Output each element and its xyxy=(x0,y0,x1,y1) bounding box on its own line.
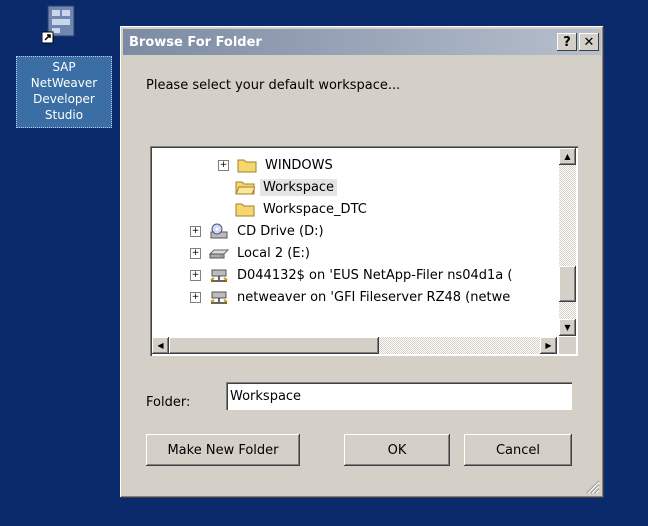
scroll-right-button[interactable]: ▶ xyxy=(540,337,557,354)
folder-icon xyxy=(237,159,257,173)
tree-item-network-netweaver[interactable]: + netweaver on 'GFI Fileserver RZ48 (net… xyxy=(190,286,513,308)
tree-item-label: Workspace_DTC xyxy=(263,201,367,217)
expand-placeholder xyxy=(218,205,227,214)
tree-item-network-d044132[interactable]: + D044132$ on 'EUS NetApp-Filer ns04d1a … xyxy=(190,264,515,286)
browse-for-folder-dialog: Browse For Folder ? ✕ Please select your… xyxy=(120,26,604,498)
folder-input[interactable] xyxy=(226,382,572,410)
resize-grip-icon[interactable] xyxy=(586,480,600,494)
scrollbar-corner xyxy=(559,337,576,354)
expand-placeholder xyxy=(218,183,227,192)
tree-item-workspace-dtc[interactable]: Workspace_DTC xyxy=(218,198,370,220)
label-line-1: SAP xyxy=(52,60,76,74)
make-new-folder-button[interactable]: Make New Folder xyxy=(146,434,300,466)
hard-drive-icon xyxy=(209,249,229,259)
label-line-3: Developer xyxy=(33,92,95,106)
tree-item-label: netweaver on 'GFI Fileserver RZ48 (netwe xyxy=(237,289,511,305)
label-line-2: NetWeaver xyxy=(30,76,98,90)
cd-drive-icon xyxy=(210,223,228,239)
scroll-left-button[interactable]: ◀ xyxy=(152,337,169,354)
dialog-title: Browse For Folder xyxy=(129,34,262,50)
vertical-scroll-thumb[interactable] xyxy=(559,266,576,302)
network-drive-icon xyxy=(210,269,228,282)
expand-icon[interactable]: + xyxy=(190,269,201,281)
folder-tree[interactable]: + WINDOWS Workspace Workspace_DTC + CD D… xyxy=(150,146,578,356)
tree-item-cd-drive[interactable]: + CD Drive (D:) xyxy=(190,220,327,242)
expand-icon[interactable]: + xyxy=(190,247,201,259)
scroll-up-button[interactable]: ▲ xyxy=(559,148,576,165)
dialog-prompt: Please select your default workspace... xyxy=(146,78,401,93)
tree-item-label: CD Drive (D:) xyxy=(237,223,324,239)
sap-nwds-app-icon xyxy=(42,5,75,44)
close-button[interactable]: ✕ xyxy=(579,33,599,51)
expand-icon[interactable]: + xyxy=(190,291,201,303)
folder-icon xyxy=(235,203,255,217)
expand-icon[interactable]: + xyxy=(190,225,201,237)
scroll-down-button[interactable]: ▼ xyxy=(559,319,576,336)
folder-label: Folder: xyxy=(146,395,191,410)
folder-open-icon xyxy=(235,181,255,195)
dialog-titlebar[interactable]: Browse For Folder ? ✕ xyxy=(123,29,601,55)
ok-button[interactable]: OK xyxy=(344,434,450,466)
tree-item-label: Workspace xyxy=(260,178,338,196)
tree-item-workspace[interactable]: Workspace xyxy=(218,176,338,198)
tree-item-local-e[interactable]: + Local 2 (E:) xyxy=(190,242,313,264)
cancel-button[interactable]: Cancel xyxy=(464,434,572,466)
network-drive-icon xyxy=(210,291,228,304)
label-line-4: Studio xyxy=(44,108,84,122)
horizontal-scrollbar[interactable]: ◀ ▶ xyxy=(152,337,557,354)
tree-item-label: WINDOWS xyxy=(265,157,333,173)
tree-item-windows[interactable]: + WINDOWS xyxy=(218,154,336,176)
expand-icon[interactable]: + xyxy=(218,159,229,171)
help-button[interactable]: ? xyxy=(557,33,577,51)
vertical-scrollbar[interactable]: ▲ ▼ xyxy=(559,148,576,336)
tree-item-label: D044132$ on 'EUS NetApp-Filer ns04d1a ( xyxy=(237,267,513,283)
desktop-shortcut-label: SAP NetWeaver Developer Studio xyxy=(16,56,112,128)
horizontal-scroll-thumb[interactable] xyxy=(169,337,379,354)
tree-item-label: Local 2 (E:) xyxy=(237,245,310,261)
